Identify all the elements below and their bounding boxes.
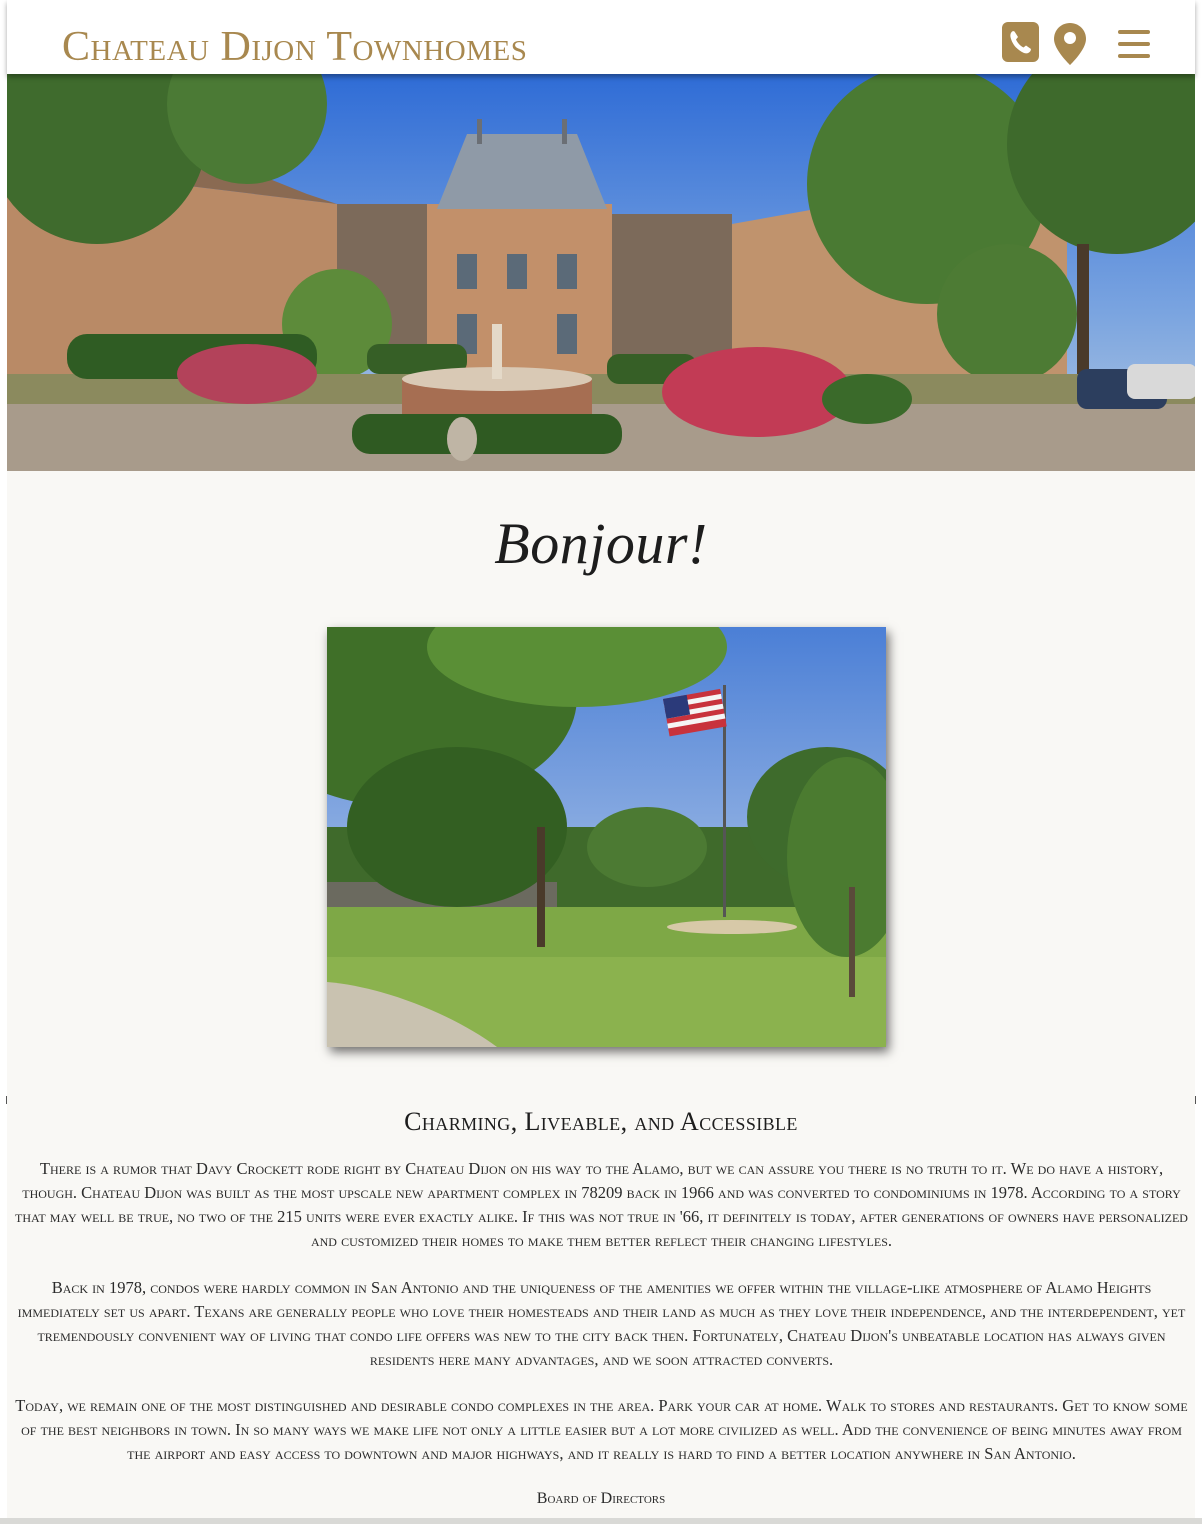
- location-paragraph: Today, we remain one of the most disting…: [15, 1396, 1188, 1463]
- phone-icon[interactable]: [1002, 22, 1039, 62]
- flag-lawn-photo: [327, 627, 886, 1047]
- history-paragraph: There is a rumor that Davy Crockett rode…: [15, 1159, 1188, 1250]
- site-brand[interactable]: Chateau Dijon Townhomes: [62, 22, 527, 72]
- section-title: Charming, Liveable, and Accessible: [404, 1107, 798, 1136]
- signoff: Board of Directors: [536, 1490, 666, 1507]
- divider-tick-left: [6, 1096, 7, 1104]
- map-pin-icon[interactable]: [1053, 22, 1087, 66]
- site-header: Chateau Dijon Townhomes: [7, 0, 1195, 74]
- community-paragraph: Back in 1978, condos were hardly common …: [17, 1278, 1186, 1369]
- divider-tick-right: [1195, 1096, 1196, 1104]
- hero-image: [7, 74, 1195, 471]
- footer-edge: [0, 1518, 1202, 1524]
- greeting-heading: Bonjour!: [494, 511, 708, 576]
- hamburger-menu-icon[interactable]: [1115, 26, 1153, 60]
